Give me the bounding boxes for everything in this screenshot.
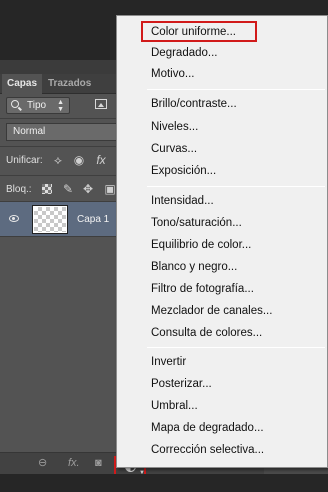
- mask-icon[interactable]: ◙: [95, 457, 102, 469]
- menu-item-intensidad[interactable]: Intensidad...: [151, 193, 214, 209]
- menu-item-invertir[interactable]: Invertir: [151, 354, 186, 370]
- image-filter-icon[interactable]: [95, 99, 107, 109]
- menu-item-consulta-de-colores[interactable]: Consulta de colores...: [151, 325, 262, 341]
- menu-item-degradado[interactable]: Degradado...: [151, 45, 218, 61]
- unify-position-icon[interactable]: ⟡: [50, 152, 66, 168]
- menu-separator: [147, 89, 325, 90]
- layer-name[interactable]: Capa 1: [77, 214, 109, 225]
- eye-icon[interactable]: [9, 215, 19, 222]
- layers-list-empty-area: [0, 238, 120, 452]
- layer-row-capa-1[interactable]: Capa 1: [0, 201, 120, 237]
- filter-type-label: Tipo: [27, 100, 47, 111]
- menu-item-niveles[interactable]: Niveles...: [151, 119, 198, 135]
- panel-tabs: Capas Trazados: [0, 74, 120, 94]
- lock-label: Bloq.:: [6, 184, 32, 195]
- workspace-background-bottom: [0, 474, 328, 492]
- menu-item-umbral[interactable]: Umbral...: [151, 398, 198, 414]
- up-down-arrows-icon: ▲ ▼: [57, 99, 64, 113]
- filter-type-select[interactable]: Tipo ▲ ▼: [6, 97, 70, 114]
- unify-row: Unificar: ⟡ ◉ fx: [0, 150, 120, 172]
- unify-visibility-icon[interactable]: ◉: [71, 152, 87, 168]
- lock-move-icon[interactable]: ✥: [80, 181, 96, 197]
- lock-transparency-icon[interactable]: [42, 184, 52, 194]
- menu-separator: [147, 186, 325, 187]
- menu-item-brillo-contraste[interactable]: Brillo/contraste...: [151, 96, 237, 112]
- adjustment-layer-menu: Color uniforme... Degradado... Motivo...…: [116, 15, 328, 468]
- fx-icon[interactable]: fx.: [68, 457, 80, 469]
- menu-item-color-uniforme[interactable]: Color uniforme...: [151, 24, 236, 40]
- unify-label: Unificar:: [6, 155, 43, 166]
- lock-row: Bloq.: ✎ ✥ ▣: [0, 179, 120, 201]
- blend-mode-row: Normal: [0, 121, 120, 143]
- menu-item-motivo[interactable]: Motivo...: [151, 66, 194, 82]
- layer-filter-row: Tipo ▲ ▼: [0, 95, 120, 117]
- menu-item-curvas[interactable]: Curvas...: [151, 141, 197, 157]
- tab-capas[interactable]: Capas: [2, 74, 42, 94]
- menu-item-equilibrio-de-color[interactable]: Equilibrio de color...: [151, 237, 251, 253]
- divider: [0, 146, 120, 147]
- divider: [0, 118, 120, 119]
- lock-brush-icon[interactable]: ✎: [60, 181, 76, 197]
- menu-item-posterizar[interactable]: Posterizar...: [151, 376, 212, 392]
- menu-item-mapa-de-degradado[interactable]: Mapa de degradado...: [151, 420, 264, 436]
- menu-item-mezclador-de-canales[interactable]: Mezclador de canales...: [151, 303, 272, 319]
- link-icon[interactable]: ⊖: [38, 457, 47, 469]
- menu-item-blanco-y-negro[interactable]: Blanco y negro...: [151, 259, 237, 275]
- menu-item-tono-saturacion[interactable]: Tono/saturación...: [151, 215, 242, 231]
- panel-header-bar[interactable]: [0, 60, 120, 74]
- blend-mode-select[interactable]: Normal: [6, 123, 120, 141]
- menu-item-filtro-de-fotografia[interactable]: Filtro de fotografía...: [151, 281, 254, 297]
- tab-trazados[interactable]: Trazados: [48, 74, 91, 94]
- layer-thumbnail: [32, 205, 68, 234]
- menu-separator: [147, 347, 325, 348]
- menu-item-exposicion[interactable]: Exposición...: [151, 163, 216, 179]
- search-icon: [11, 100, 19, 108]
- unify-style-icon[interactable]: fx: [93, 152, 109, 168]
- divider: [0, 175, 120, 176]
- menu-item-correccion-selectiva[interactable]: Corrección selectiva...: [151, 442, 264, 458]
